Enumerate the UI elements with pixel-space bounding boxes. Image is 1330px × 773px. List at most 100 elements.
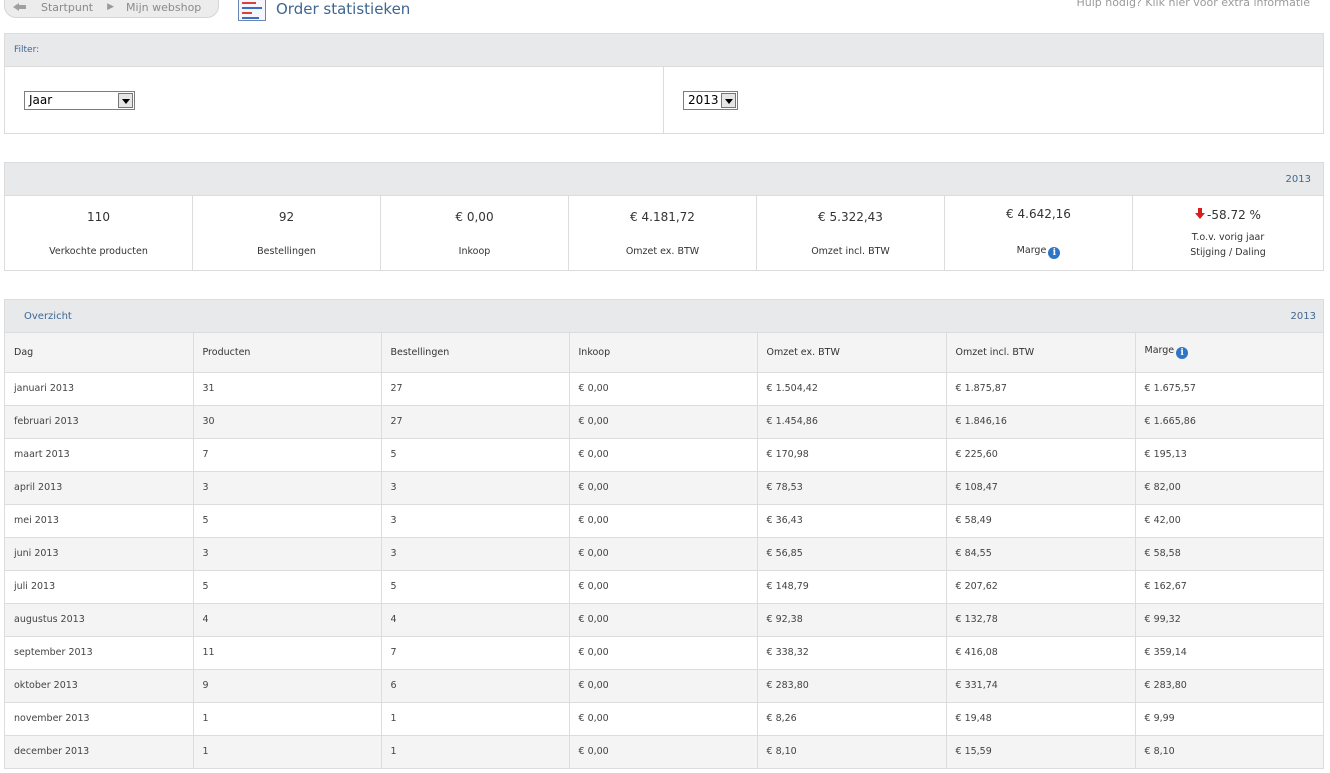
- table-cell: 1: [381, 702, 570, 736]
- table-cell: € 99,32: [1135, 603, 1323, 637]
- table-cell: € 331,74: [946, 669, 1136, 703]
- table-cell: € 0,00: [569, 438, 758, 472]
- table-cell: € 0,00: [569, 735, 758, 769]
- year-select[interactable]: 2013: [683, 91, 738, 110]
- table-cell: 7: [381, 636, 570, 670]
- table-row: juni 2013 3 3 € 0,00 € 56,85 € 84,55 € 58,58: [5, 537, 1323, 571]
- stat-value: € 4.181,72: [630, 210, 695, 224]
- stat-year-change: -58.72 % T.o.v. vorig jaar Stijging / Da…: [1133, 196, 1323, 271]
- table-cell: € 58,58: [1135, 537, 1323, 571]
- table-cell: € 148,79: [757, 570, 947, 604]
- table-cell: € 42,00: [1135, 504, 1323, 538]
- table-cell: 3: [381, 471, 570, 505]
- stat-change-wrap: -58.72 %: [1133, 208, 1323, 222]
- stat-label: Inkoop: [458, 246, 491, 257]
- period-select-value: Jaar: [29, 93, 53, 107]
- table-cell: februari 2013: [5, 405, 194, 439]
- table-cell: 27: [381, 405, 570, 439]
- arrow-down-icon: [1195, 208, 1206, 219]
- table-cell: € 0,00: [569, 570, 758, 604]
- table-cell: € 0,00: [569, 636, 758, 670]
- table-cell: € 1.665,86: [1135, 405, 1323, 439]
- overview-header: Overzicht 2013: [5, 300, 1323, 333]
- info-icon[interactable]: i: [1176, 347, 1189, 360]
- table-cell: 9: [193, 669, 382, 703]
- table-cell: € 0,00: [569, 702, 758, 736]
- table-cell: november 2013: [5, 702, 194, 736]
- breadcrumb-current-link[interactable]: Mijn webshop: [126, 1, 201, 14]
- column-header: Dag: [5, 333, 194, 373]
- back-arrow-icon[interactable]: [13, 2, 27, 12]
- stat-revenue-incl-vat: € 5.322,43 Omzet incl. BTW: [757, 196, 945, 271]
- breadcrumb-home-link[interactable]: Startpunt: [41, 1, 93, 14]
- column-header: Omzet ex. BTW: [757, 333, 947, 373]
- table-row: juli 2013 5 5 € 0,00 € 148,79 € 207,62 € 162,6…: [5, 570, 1323, 604]
- table-cell: 5: [193, 504, 382, 538]
- table-cell: 3: [381, 504, 570, 538]
- stat-change-label-line2: Stijging / Daling: [1190, 247, 1266, 258]
- table-cell: € 9,99: [1135, 702, 1323, 736]
- table-cell: 1: [193, 702, 382, 736]
- table-cell: 11: [193, 636, 382, 670]
- summary-panel: 2013 110 Verkochte producten 92 Bestelli…: [4, 162, 1324, 271]
- table-cell: € 207,62: [946, 570, 1136, 604]
- table-row: oktober 2013 9 6 € 0,00 € 283,80 € 331,74 € 28…: [5, 669, 1323, 703]
- stat-label: Omzet ex. BTW: [625, 246, 700, 257]
- table-cell: € 82,00: [1135, 471, 1323, 505]
- chevron-right-icon: ▶: [107, 2, 115, 12]
- column-header: Producten: [193, 333, 382, 373]
- filter-panel: Filter: Jaar 2013: [4, 33, 1324, 134]
- overview-year: 2013: [1290, 310, 1316, 322]
- table-row: februari 2013 30 27 € 0,00 € 1.454,86 € 1.846…: [5, 405, 1323, 439]
- table-cell: € 283,80: [1135, 669, 1323, 703]
- table-row: januari 2013 31 27 € 0,00 € 1.504,42 € 1.875,…: [5, 372, 1323, 406]
- help-link[interactable]: Hulp nodig? Klik hier voor extra informa…: [1076, 0, 1310, 9]
- page-header: Order statistieken: [238, 0, 410, 21]
- table-cell: juni 2013: [5, 537, 194, 571]
- table-cell: € 0,00: [569, 372, 758, 406]
- stat-change-value: -58.72 %: [1207, 208, 1261, 222]
- table-row: augustus 2013 4 4 € 0,00 € 92,38 € 132,78 € 99…: [5, 603, 1323, 637]
- table-cell: 30: [193, 405, 382, 439]
- table-cell: januari 2013: [5, 372, 194, 406]
- stat-value: € 4.642,16: [1006, 207, 1071, 221]
- year-select-value: 2013: [688, 93, 719, 107]
- table-row: april 2013 3 3 € 0,00 € 78,53 € 108,47 € 82,00: [5, 471, 1323, 505]
- stat-label: Omzet incl. BTW: [811, 246, 890, 257]
- filter-label: Filter:: [5, 34, 1323, 67]
- table-cell: € 0,00: [569, 504, 758, 538]
- filter-year-cell: 2013: [664, 67, 1323, 134]
- table-cell: € 8,10: [1135, 735, 1323, 769]
- table-cell: € 0,00: [569, 669, 758, 703]
- table-cell: € 1.454,86: [757, 405, 947, 439]
- table-cell: € 78,53: [757, 471, 947, 505]
- table-cell: 5: [193, 570, 382, 604]
- table-cell: mei 2013: [5, 504, 194, 538]
- table-cell: € 0,00: [569, 537, 758, 571]
- table-cell: € 56,85: [757, 537, 947, 571]
- table-cell: 6: [381, 669, 570, 703]
- table-cell: € 15,59: [946, 735, 1136, 769]
- table-cell: € 0,00: [569, 471, 758, 505]
- table-cell: € 359,14: [1135, 636, 1323, 670]
- info-icon[interactable]: i: [1048, 247, 1061, 259]
- table-cell: € 0,00: [569, 603, 758, 637]
- table-cell: 5: [381, 570, 570, 604]
- period-select[interactable]: Jaar: [24, 91, 135, 110]
- chevron-down-icon[interactable]: [118, 93, 133, 108]
- stat-revenue-ex-vat: € 4.181,72 Omzet ex. BTW: [569, 196, 757, 271]
- table-cell: € 283,80: [757, 669, 947, 703]
- table-cell: 5: [381, 438, 570, 472]
- top-bar: Startpunt ▶ Mijn webshop Order statistie…: [0, 0, 1330, 24]
- stat-value: 110: [87, 210, 110, 224]
- table-cell: € 84,55: [946, 537, 1136, 571]
- table-cell: € 162,67: [1135, 570, 1323, 604]
- column-header: Inkoop: [569, 333, 758, 373]
- table-cell: € 1.846,16: [946, 405, 1136, 439]
- stat-label: Verkochte producten: [49, 246, 148, 257]
- stat-change-label-line1: T.o.v. vorig jaar: [1191, 232, 1265, 243]
- table-body: januari 2013 31 27 € 0,00 € 1.504,42 € 1.875,…: [5, 372, 1323, 769]
- chevron-down-icon[interactable]: [721, 93, 736, 108]
- table-row: mei 2013 5 3 € 0,00 € 36,43 € 58,49 € 42,00: [5, 504, 1323, 538]
- column-header-margin: Marge i: [1135, 333, 1323, 373]
